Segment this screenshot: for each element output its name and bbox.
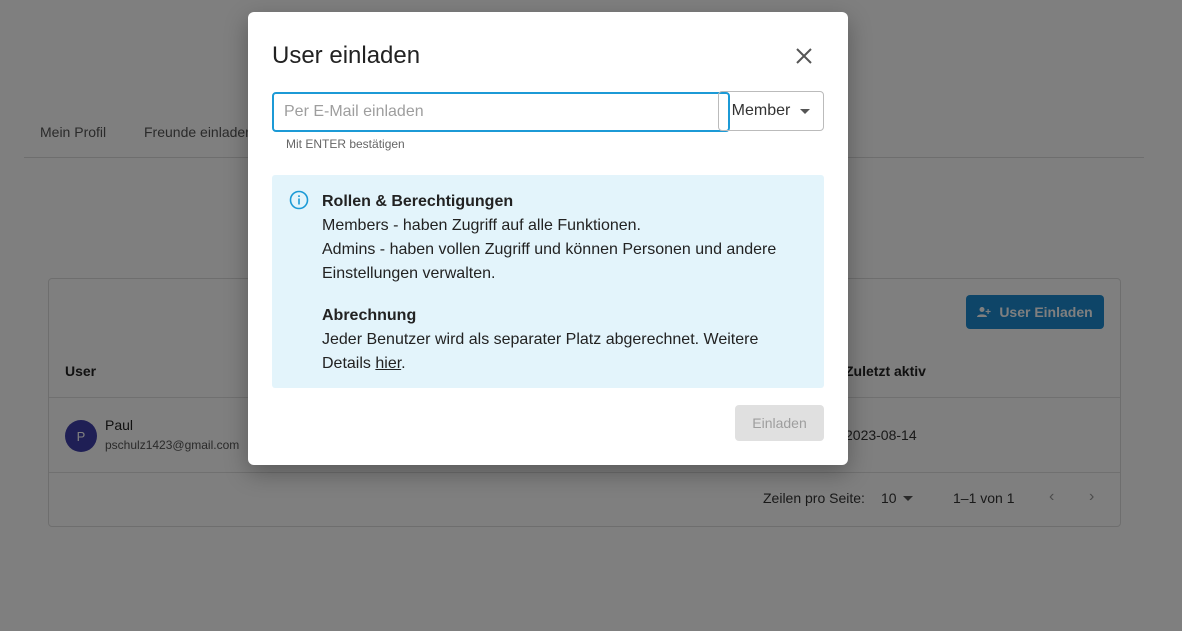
info-box: Rollen & Berechtigungen Members - haben …: [272, 175, 824, 388]
email-helper-text: Mit ENTER bestätigen: [286, 137, 405, 151]
dialog-title: User einladen: [272, 42, 421, 69]
role-select[interactable]: Member: [718, 91, 824, 131]
roles-members-text: Members - haben Zugriff auf alle Funktio…: [322, 217, 641, 234]
billing-text-end: .: [401, 355, 406, 372]
info-icon: [289, 190, 309, 210]
roles-heading: Rollen & Berechtigungen: [322, 193, 514, 210]
close-icon[interactable]: [792, 44, 816, 68]
billing-details-link[interactable]: hier: [375, 355, 401, 372]
invite-user-dialog: User einladen Member Mit ENTER bestätige…: [248, 12, 848, 465]
invite-submit-button[interactable]: Einladen: [735, 405, 824, 441]
role-select-value: Member: [731, 102, 791, 119]
roles-admins-text: Admins - haben vollen Zugriff und können…: [322, 241, 777, 282]
chevron-down-icon: [800, 108, 811, 114]
email-input[interactable]: [272, 92, 730, 132]
billing-heading: Abrechnung: [322, 307, 417, 324]
billing-text-block: Jeder Benutzer wird als separater Platz …: [322, 328, 802, 376]
info-body: Rollen & Berechtigungen Members - haben …: [322, 190, 802, 376]
